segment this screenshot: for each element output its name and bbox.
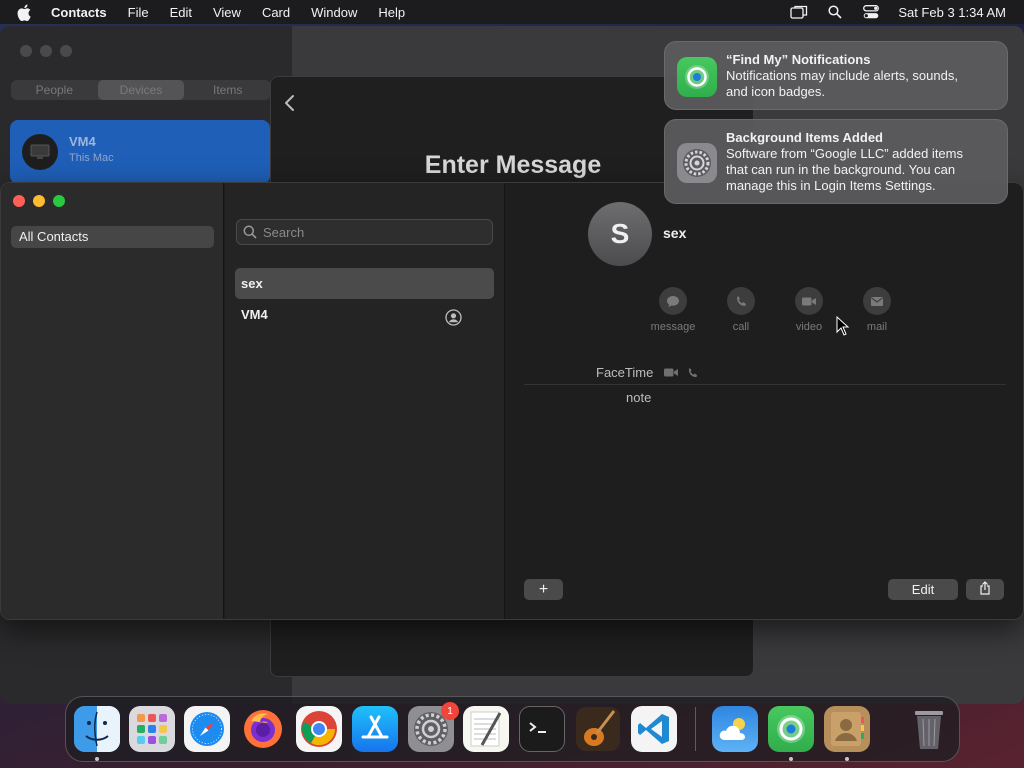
menu-bar: Contacts File Edit View Card Window Help…	[0, 0, 1024, 24]
apple-menu-icon[interactable]	[17, 2, 37, 22]
minimize-button[interactable]	[33, 195, 45, 207]
terminal-icon[interactable]	[519, 706, 565, 752]
call-label: call	[732, 321, 750, 333]
tab-devices[interactable]: Devices	[97, 80, 185, 100]
mail-label: mail	[866, 321, 888, 333]
add-button[interactable]: +	[524, 579, 563, 600]
contacts-window: All Contacts sex VM4 S sex	[0, 182, 1024, 620]
menu-file[interactable]: File	[128, 5, 149, 20]
find-my-icon	[677, 57, 717, 97]
phone-icon	[727, 287, 755, 315]
safari-icon[interactable]	[184, 706, 230, 752]
notification-title: “Find My” Notifications	[726, 52, 871, 67]
chrome-icon[interactable]	[296, 706, 342, 752]
mac-device-icon	[22, 134, 58, 170]
finder-icon[interactable]	[74, 706, 120, 752]
search-field[interactable]	[236, 219, 493, 245]
contact-row[interactable]: VM4	[235, 299, 494, 330]
system-settings-icon	[677, 143, 717, 183]
garageband-icon[interactable]	[575, 706, 621, 752]
weather-icon[interactable]	[712, 706, 758, 752]
message-bubble-icon	[659, 287, 687, 315]
zoom-button[interactable]	[60, 45, 72, 57]
dock-separator	[695, 707, 696, 751]
device-list-item[interactable]: VM4 This Mac	[10, 120, 270, 184]
device-name: VM4	[69, 134, 96, 149]
notification-title: Background Items Added	[726, 130, 883, 145]
edit-button[interactable]: Edit	[888, 579, 958, 600]
back-chevron-icon[interactable]	[283, 93, 297, 113]
firefox-icon[interactable]	[240, 706, 286, 752]
detail-divider	[524, 384, 1006, 385]
trash-icon[interactable]	[906, 706, 952, 752]
contact-row-name: sex	[241, 276, 263, 291]
screen-mirroring-icon[interactable]	[790, 3, 808, 21]
menu-bar-clock[interactable]: Sat Feb 3 1:34 AM	[898, 5, 1006, 20]
minimize-button[interactable]	[40, 45, 52, 57]
video-action[interactable]: video	[775, 287, 843, 333]
menu-card[interactable]: Card	[262, 5, 290, 20]
close-button[interactable]	[20, 45, 32, 57]
video-label: video	[795, 321, 823, 333]
contact-detail: S sex message call video mail FaceTime n…	[506, 183, 1023, 619]
app-store-icon[interactable]	[352, 706, 398, 752]
contact-actions: message call video mail	[639, 287, 911, 333]
facetime-label: FaceTime	[596, 365, 654, 380]
contacts-sidebar: All Contacts	[1, 183, 224, 619]
running-indicator	[95, 757, 99, 761]
avatar: S	[588, 202, 652, 266]
share-button[interactable]	[966, 579, 1004, 600]
search-input[interactable]	[263, 223, 483, 241]
textedit-icon[interactable]	[463, 706, 509, 752]
group-all-contacts[interactable]: All Contacts	[11, 226, 214, 248]
running-indicator	[845, 757, 849, 761]
close-button[interactable]	[13, 195, 25, 207]
share-icon	[979, 581, 991, 598]
menu-window[interactable]: Window	[311, 5, 357, 20]
running-indicator	[789, 757, 793, 761]
device-subtitle: This Mac	[69, 152, 114, 164]
video-camera-icon	[795, 287, 823, 315]
tab-items[interactable]: Items	[184, 80, 271, 100]
tab-people[interactable]: People	[11, 80, 98, 100]
me-card-person-icon	[445, 306, 462, 326]
contact-list: sex VM4	[225, 183, 505, 619]
notification-body: Software from “Google LLC” added items t…	[726, 146, 963, 193]
find-my-dock-icon[interactable]	[768, 706, 814, 752]
dock: 1	[65, 696, 960, 762]
notification-body: Notifications may include alerts, sounds…	[726, 68, 958, 99]
launchpad-icon[interactable]	[129, 706, 175, 752]
contact-row[interactable]: sex	[235, 268, 494, 299]
message-action[interactable]: message	[639, 287, 707, 333]
menu-edit[interactable]: Edit	[170, 5, 192, 20]
search-icon	[243, 225, 257, 239]
find-my-tab-bar: People Devices Items	[11, 80, 271, 100]
call-action[interactable]: call	[707, 287, 775, 333]
notification-badge: 1	[441, 702, 459, 720]
menu-help[interactable]: Help	[378, 5, 405, 20]
window-controls	[13, 195, 65, 207]
note-label[interactable]: note	[626, 390, 651, 405]
mail-action[interactable]: mail	[843, 287, 911, 333]
find-my-notification[interactable]: “Find My” Notifications Notifications ma…	[664, 41, 1008, 110]
facetime-audio-icon[interactable]	[687, 366, 703, 380]
contact-name: sex	[663, 225, 687, 241]
contacts-dock-icon[interactable]	[824, 706, 870, 752]
facetime-row: FaceTime	[596, 365, 703, 380]
menu-app-name[interactable]: Contacts	[51, 5, 107, 20]
find-my-window-controls	[20, 45, 72, 57]
menu-view[interactable]: View	[213, 5, 241, 20]
mouse-pointer-icon	[836, 315, 850, 336]
zoom-button[interactable]	[53, 195, 65, 207]
vscode-icon[interactable]	[631, 706, 677, 752]
message-label: message	[650, 321, 696, 333]
control-center-icon[interactable]	[862, 3, 880, 21]
avatar-initial: S	[610, 218, 630, 249]
facetime-video-icon[interactable]	[663, 366, 679, 380]
contact-row-name: VM4	[241, 307, 268, 322]
envelope-icon	[863, 287, 891, 315]
background-items-notification[interactable]: Background Items Added Software from “Go…	[664, 119, 1008, 204]
spotlight-search-icon[interactable]	[826, 3, 844, 21]
